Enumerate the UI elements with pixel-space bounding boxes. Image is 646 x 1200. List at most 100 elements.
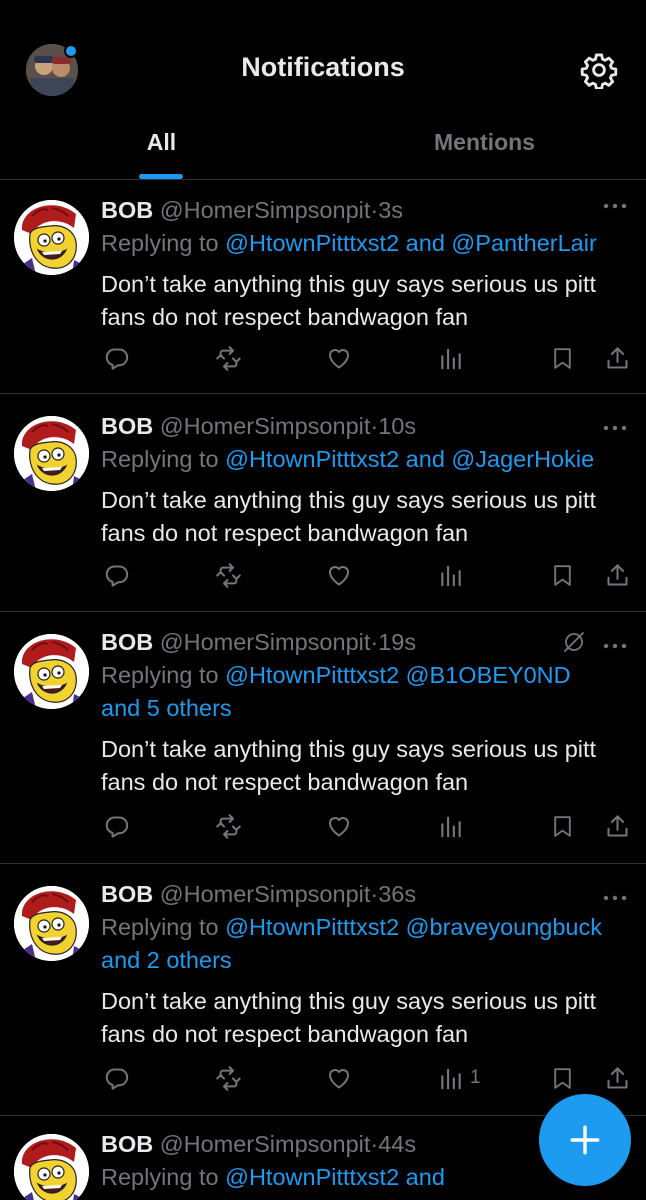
retweet-icon (216, 813, 241, 839)
author-handle[interactable]: @HomerSimpsonpit (160, 629, 371, 655)
like-button[interactable] (325, 1063, 353, 1093)
views-button[interactable]: 1 (438, 1063, 481, 1093)
reply-mentions[interactable]: @HtownPitttxst2 and (225, 1164, 445, 1190)
notification-tweet[interactable]: BOB @HomerSimpsonpit·3s Replying to @Hto… (0, 180, 646, 394)
more-options-button[interactable] (602, 890, 628, 901)
author-name[interactable]: BOB (101, 1131, 153, 1157)
like-button[interactable] (325, 560, 353, 590)
replying-to-label: Replying to (101, 662, 226, 688)
retweet-button[interactable] (214, 343, 243, 373)
tweet-actions (101, 560, 631, 590)
author-name[interactable]: BOB (101, 197, 153, 223)
bookmark-button[interactable] (550, 560, 575, 590)
author-handle[interactable]: @HomerSimpsonpit (160, 881, 371, 907)
share-icon (607, 346, 628, 369)
share-button[interactable] (604, 343, 631, 373)
reply-icon (105, 564, 129, 587)
tweet-actions (101, 343, 631, 373)
author-avatar[interactable] (14, 1134, 89, 1200)
author-avatar[interactable] (14, 416, 89, 491)
bookmark-button[interactable] (550, 1063, 575, 1093)
replying-to: Replying to @HtownPitttxst2 @braveyoungb… (101, 911, 631, 944)
retweet-button[interactable] (214, 811, 243, 841)
share-button[interactable] (604, 560, 631, 590)
author-avatar[interactable] (14, 200, 89, 275)
replying-to-label: Replying to (101, 1164, 226, 1190)
new-notification-dot (64, 44, 78, 58)
tweet-text: Don’t take anything this guy says seriou… (101, 988, 597, 1047)
bookmark-icon (554, 815, 571, 837)
reply-button[interactable] (103, 343, 130, 373)
gear-icon (580, 53, 618, 90)
views-button[interactable] (438, 560, 464, 590)
bookmark-button[interactable] (550, 343, 575, 373)
retweet-button[interactable] (214, 560, 243, 590)
timestamp[interactable]: 36s (378, 881, 416, 907)
replying-to-label: Replying to (101, 446, 226, 472)
reply-mentions[interactable]: @HtownPitttxst2 and @PantherLair (225, 230, 597, 256)
retweet-button[interactable] (214, 1063, 243, 1093)
reply-mentions[interactable]: @HtownPitttxst2 and @JagerHokie (225, 446, 594, 472)
reply-others-link[interactable]: and 5 others (101, 695, 232, 721)
more-options-button[interactable] (602, 638, 628, 649)
author-name[interactable]: BOB (101, 629, 153, 655)
tweet-text: Don’t take anything this guy says seriou… (101, 736, 597, 795)
bookmark-icon (554, 1067, 571, 1089)
views-button[interactable] (438, 811, 464, 841)
author-handle[interactable]: @HomerSimpsonpit (160, 197, 371, 223)
timestamp[interactable]: 3s (378, 197, 403, 223)
tab-mentions[interactable]: Mentions (323, 110, 646, 180)
author-name[interactable]: BOB (101, 881, 153, 907)
notification-tweet[interactable]: BOB @HomerSimpsonpit·10s Replying to @Ht… (0, 394, 646, 612)
timestamp[interactable]: 19s (378, 629, 416, 655)
share-button[interactable] (604, 811, 631, 841)
views-button[interactable] (438, 343, 464, 373)
plus-icon (570, 1125, 600, 1155)
notification-tweet[interactable]: BOB @HomerSimpsonpit·36s Replying to @Ht… (0, 864, 646, 1116)
reply-others-link[interactable]: and 2 others (101, 947, 232, 973)
tab-all[interactable]: All (0, 110, 323, 180)
bookmark-button[interactable] (550, 811, 575, 841)
like-button[interactable] (325, 343, 353, 373)
author-avatar[interactable] (14, 886, 89, 961)
muted-indicator (562, 630, 586, 654)
reply-icon (105, 815, 129, 838)
reply-button[interactable] (103, 1063, 130, 1093)
author-avatar[interactable] (14, 634, 89, 709)
account-avatar-button[interactable] (26, 44, 78, 96)
author-handle[interactable]: @HomerSimpsonpit (160, 413, 371, 439)
timestamp[interactable]: 10s (378, 413, 416, 439)
share-icon (607, 814, 628, 837)
compose-tweet-button[interactable] (539, 1094, 631, 1186)
share-button[interactable] (604, 1063, 631, 1093)
active-tab-indicator (139, 174, 183, 179)
author-handle[interactable]: @HomerSimpsonpit (160, 1131, 371, 1157)
notification-tweet[interactable]: BOB @HomerSimpsonpit·19s Replying to @Ht… (0, 612, 646, 864)
reply-icon (105, 347, 129, 370)
views-count: 1 (470, 1067, 481, 1088)
replying-to: Replying to @HtownPitttxst2 and @Panther… (101, 227, 631, 260)
settings-button[interactable] (580, 51, 618, 90)
replying-to-label: Replying to (101, 230, 226, 256)
muted-conversation-icon (564, 632, 584, 652)
timestamp[interactable]: 44s (378, 1131, 416, 1157)
like-button[interactable] (325, 811, 353, 841)
reply-mentions[interactable]: @HtownPitttxst2 @braveyoungbuck (225, 914, 602, 940)
replying-to: Replying to @HtownPitttxst2 @B1OBEY0ND (101, 659, 631, 692)
replying-to-more: and 2 others (101, 944, 631, 977)
replying-to: Replying to @HtownPitttxst2 and @JagerHo… (101, 443, 631, 476)
heart-icon (328, 1068, 350, 1089)
more-options-button[interactable] (602, 198, 628, 209)
tweet-actions (101, 811, 631, 841)
more-icon (603, 425, 627, 431)
tweet-meta: BOB @HomerSimpsonpit·19s (101, 626, 631, 659)
tweet-text: Don’t take anything this guy says seriou… (101, 271, 597, 330)
reply-button[interactable] (103, 560, 130, 590)
heart-icon (328, 816, 350, 837)
tweet-meta: BOB @HomerSimpsonpit·10s (101, 410, 631, 443)
reply-button[interactable] (103, 811, 130, 841)
author-name[interactable]: BOB (101, 413, 153, 439)
more-options-button[interactable] (602, 420, 628, 431)
share-icon (607, 563, 628, 586)
reply-mentions[interactable]: @HtownPitttxst2 @B1OBEY0ND (225, 662, 571, 688)
